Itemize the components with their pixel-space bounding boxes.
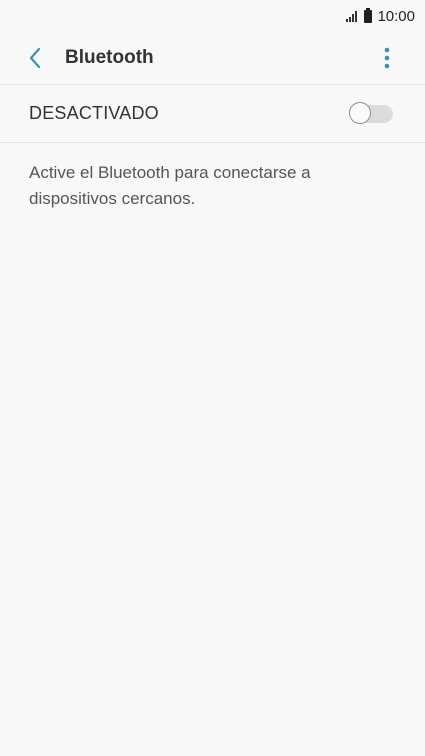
back-button[interactable] <box>10 33 60 83</box>
signal-icon <box>346 10 358 22</box>
bluetooth-switch[interactable] <box>349 101 393 126</box>
more-options-button[interactable] <box>367 33 407 83</box>
bluetooth-description: Active el Bluetooth para conectarse a di… <box>29 163 311 208</box>
status-time: 10:00 <box>377 7 415 25</box>
status-bar: 10:00 <box>0 0 425 32</box>
bluetooth-toggle-label: DESACTIVADO <box>29 103 159 123</box>
switch-thumb <box>349 101 371 124</box>
back-arrow-icon <box>29 47 41 69</box>
more-vert-icon <box>384 47 390 69</box>
bluetooth-toggle-row[interactable]: DESACTIVADO <box>0 85 425 143</box>
app-bar: Bluetooth <box>0 32 425 85</box>
battery-icon <box>364 7 373 23</box>
page-title: Bluetooth <box>65 47 154 68</box>
